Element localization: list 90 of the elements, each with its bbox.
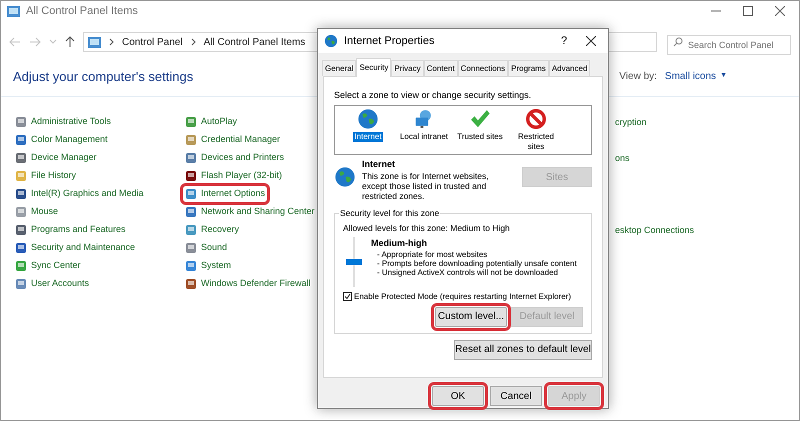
app-icon — [15, 116, 27, 128]
control-panel-item[interactable]: ons — [615, 152, 630, 166]
search-field[interactable]: Search Control Panel — [667, 35, 791, 55]
control-panel-item[interactable]: AutoPlay — [183, 114, 240, 130]
app-icon — [15, 170, 27, 182]
check-icon — [469, 108, 491, 130]
globe-icon — [357, 108, 379, 130]
app-icon — [185, 242, 197, 254]
blocked-icon — [525, 108, 547, 130]
control-panel-item[interactable]: Internet Options — [183, 186, 268, 202]
app-icon — [185, 116, 197, 128]
checkbox[interactable] — [343, 292, 352, 302]
security-slider[interactable] — [343, 236, 365, 287]
view-by-label: View by: — [619, 70, 657, 84]
control-panel-item[interactable]: Devices and Printers — [183, 150, 286, 166]
page-heading: Adjust your computer's settings — [13, 68, 194, 86]
maximize-icon[interactable] — [743, 6, 753, 16]
zone-item[interactable]: Local intranet — [400, 132, 448, 142]
app-icon — [15, 242, 27, 254]
tab[interactable]: Security — [356, 58, 392, 77]
up-icon[interactable] — [65, 36, 75, 48]
control-panel-item[interactable]: Programs and Features — [13, 222, 128, 238]
tab[interactable]: Content — [424, 60, 458, 76]
tab[interactable]: General — [322, 60, 356, 76]
app-icon — [15, 206, 27, 218]
zone-name: Internet — [362, 158, 396, 170]
control-panel-item[interactable]: Mouse — [13, 204, 60, 220]
level-description: - Appropriate for most websites — [376, 250, 488, 260]
tab[interactable]: Advanced — [548, 60, 590, 76]
app-icon — [15, 260, 27, 272]
control-panel-item[interactable]: cryption — [615, 116, 647, 130]
control-panel-item[interactable]: Sound — [183, 240, 230, 256]
level-description: - Prompts before downloading potentially unsafe content — [376, 259, 577, 268]
dialog-title: Internet Properties — [344, 34, 434, 49]
control-panel-item[interactable]: esktop Connections — [615, 224, 694, 238]
app-icon — [15, 224, 27, 236]
app-icon — [15, 278, 27, 290]
control-panel-item[interactable]: Sync Center — [13, 258, 83, 274]
control-panel-item[interactable]: Windows Defender Firewall — [183, 276, 313, 292]
app-icon — [185, 260, 197, 272]
breadcrumb[interactable]: All Control Panel Items — [204, 34, 306, 50]
window-title: All Control Panel Items — [26, 4, 138, 19]
zone-description: This zone is for Internet websites, except those listed in trusted and restricted zones. — [362, 171, 490, 201]
group-title: Security level for this zone — [339, 208, 440, 218]
app-icon — [15, 152, 27, 164]
close-icon[interactable] — [586, 36, 596, 46]
app-icon — [15, 134, 27, 146]
app-icon — [185, 278, 197, 290]
control-panel-item[interactable]: Security and Maintenance — [13, 240, 138, 256]
control-panel-item[interactable]: Administrative Tools — [13, 114, 113, 130]
control-panel-icon — [7, 6, 20, 16]
control-panel-item[interactable]: User Accounts — [13, 276, 92, 292]
chevron-icon — [190, 38, 196, 46]
control-panel-item[interactable]: Intel(R) Graphics and Media — [13, 186, 146, 202]
app-icon — [185, 134, 197, 146]
app-icon — [185, 206, 197, 218]
allowed-levels: Allowed levels for this zone: Medium to High — [343, 222, 511, 235]
tab[interactable]: Privacy — [391, 60, 424, 76]
dialog-button[interactable]: Cancel — [490, 386, 542, 406]
level-description: - Unsigned ActiveX controls will not be downloaded — [376, 268, 559, 278]
zone-prompt: Select a zone to view or change security settings. — [334, 89, 532, 102]
control-panel-item[interactable]: Network and Sharing Center — [183, 204, 317, 220]
tab[interactable]: Connections — [458, 60, 508, 76]
level-name: Medium-high — [371, 236, 428, 250]
tab[interactable]: Programs — [508, 60, 549, 76]
globe-icon — [324, 34, 338, 48]
app-icon — [185, 170, 197, 182]
control-panel-icon — [88, 36, 101, 48]
control-panel-item[interactable]: Recovery — [183, 222, 242, 238]
app-icon — [185, 152, 197, 164]
checkbox-label: Enable Protected Mode (requires restarting Internet Explorer) — [354, 290, 571, 303]
control-panel-item[interactable]: System — [183, 258, 234, 274]
close-icon[interactable] — [775, 6, 785, 16]
control-panel-item[interactable]: Color Management — [13, 132, 110, 148]
zone-item[interactable]: Trusted sites — [457, 132, 503, 142]
app-icon — [15, 188, 27, 200]
zone-item[interactable]: Internet — [353, 132, 383, 142]
globe-icon — [334, 166, 356, 188]
control-panel-item[interactable]: Credential Manager — [183, 132, 282, 148]
app-icon — [185, 188, 197, 200]
reset-button[interactable]: Reset all zones to default level — [454, 340, 592, 360]
breadcrumb[interactable]: Control Panel — [122, 34, 183, 50]
control-panel-item[interactable]: File History — [13, 168, 78, 184]
control-panel-item[interactable]: Flash Player (32-bit) — [183, 168, 284, 184]
control-panel-item[interactable]: Device Manager — [13, 150, 99, 166]
app-icon — [185, 224, 197, 236]
help-button[interactable]: ? — [554, 32, 574, 50]
zone-item[interactable]: Restricted sites — [509, 132, 563, 152]
chevron-icon — [109, 38, 114, 46]
search-icon — [673, 37, 683, 47]
